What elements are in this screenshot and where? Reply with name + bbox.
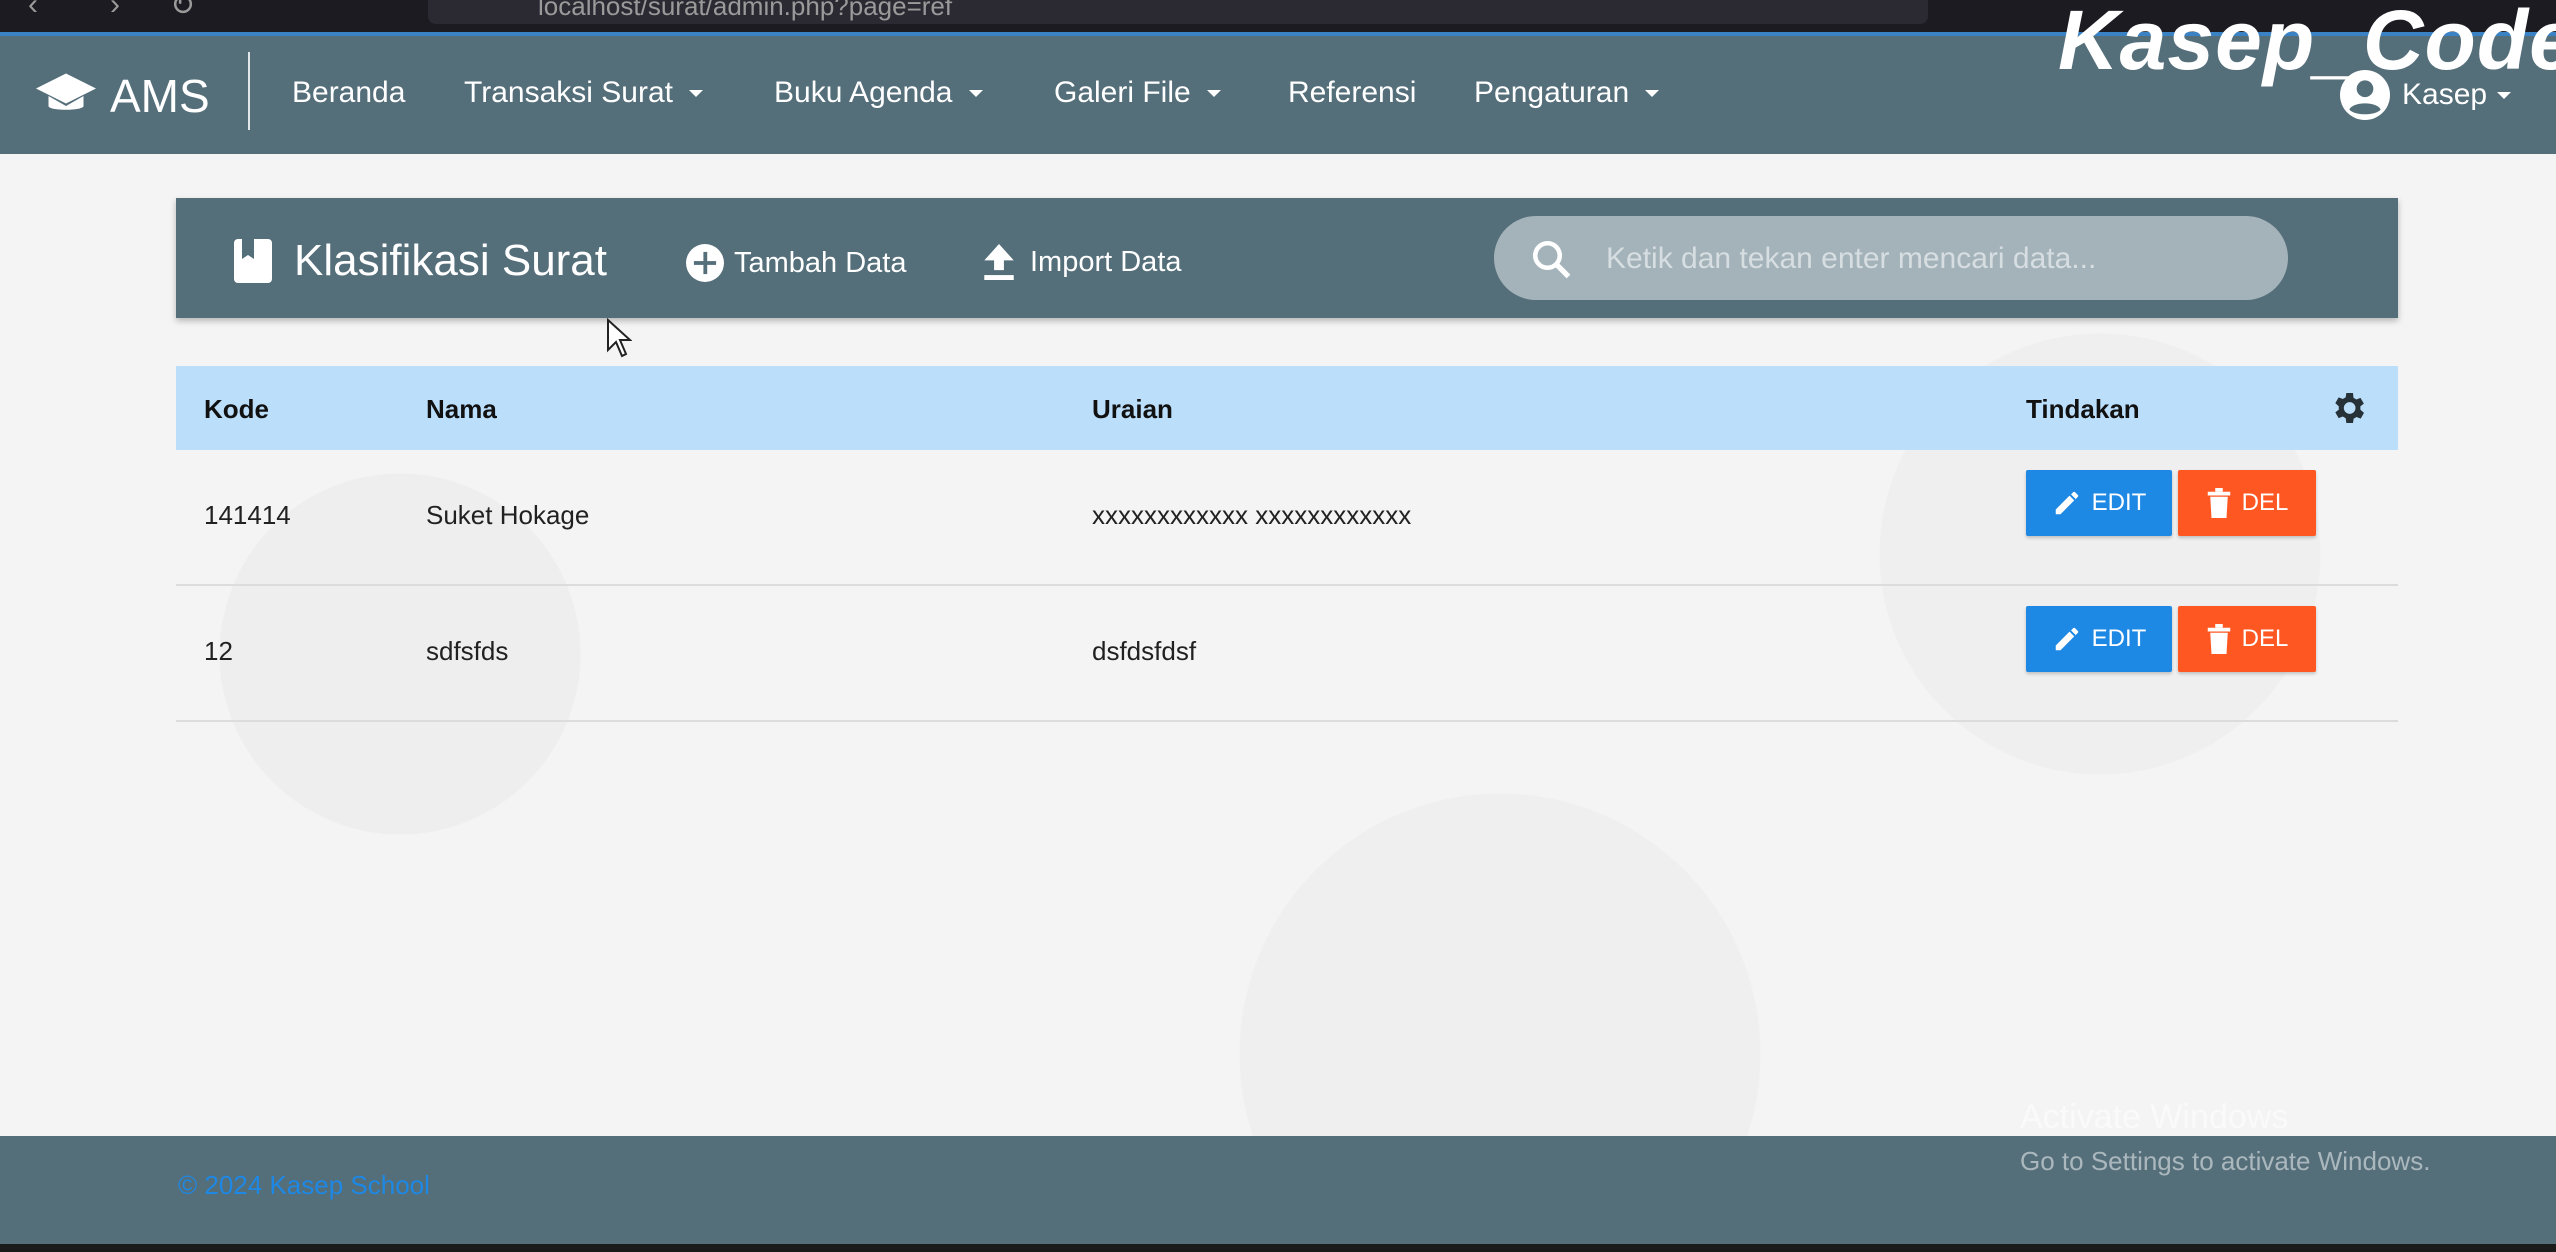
nav-item-galeri-file[interactable]: Galeri File — [1054, 76, 1221, 110]
graduation-cap-icon — [36, 73, 96, 110]
os-taskbar — [0, 1244, 2556, 1252]
brand-logo[interactable]: AMS — [36, 66, 210, 126]
column-header-uraian: Uraian — [1092, 394, 1173, 424]
brand-divider — [248, 52, 250, 130]
caret-down-icon — [1645, 89, 1660, 97]
classification-table: Kode Nama Uraian Tindakan 141414 Suket H… — [176, 366, 2398, 722]
forward-arrow-icon[interactable]: › — [110, 0, 120, 22]
trash-icon — [2207, 488, 2230, 518]
caret-down-icon — [1206, 89, 1221, 97]
nav-item-beranda[interactable]: Beranda — [292, 76, 405, 110]
import-data-button[interactable]: Import Data — [982, 244, 1182, 280]
caret-down-icon — [2497, 91, 2512, 99]
search-input[interactable] — [1604, 230, 2248, 288]
delete-label: DEL — [2241, 625, 2289, 652]
mouse-cursor-icon — [607, 318, 632, 358]
caret-down-icon — [968, 89, 983, 97]
pencil-icon — [2055, 491, 2078, 515]
cell-nama: Suket Hokage — [426, 500, 590, 530]
edit-button[interactable]: EDIT — [2026, 470, 2172, 536]
brand-name: AMS — [110, 70, 210, 122]
nav-item-label: Galeri File — [1054, 76, 1191, 109]
cell-kode: 12 — [204, 636, 233, 666]
delete-button[interactable]: DEL — [2178, 606, 2316, 672]
windows-activation-subtitle: Go to Settings to activate Windows. — [2020, 1146, 2431, 1176]
nav-item-pengaturan[interactable]: Pengaturan — [1474, 76, 1660, 110]
footer-copyright: © 2024 Kasep School — [178, 1170, 430, 1200]
page-title-text: Klasifikasi Surat — [294, 236, 608, 285]
back-arrow-icon[interactable]: ‹ — [28, 0, 38, 22]
upload-icon — [984, 244, 1014, 280]
page-title: Klasifikasi Surat — [234, 236, 607, 286]
edit-label: EDIT — [2091, 625, 2147, 652]
add-circle-icon — [686, 244, 724, 282]
nav-item-transaksi-surat[interactable]: Transaksi Surat — [464, 76, 703, 110]
nav-item-label: Referensi — [1288, 76, 1417, 109]
search-box[interactable] — [1494, 216, 2288, 300]
address-bar[interactable]: localhost/surat/admin.php?page=ref — [428, 0, 1928, 24]
column-header-tindakan: Tindakan — [2026, 394, 2140, 424]
edit-label: EDIT — [2091, 489, 2147, 516]
reload-icon[interactable]: ↻ — [170, 0, 195, 23]
windows-activation-title: Activate Windows — [2020, 1098, 2289, 1136]
bookmark-icon — [234, 239, 272, 283]
column-header-nama: Nama — [426, 394, 497, 424]
channel-watermark: Kasep_Code — [2058, 0, 2556, 87]
nav-item-label: Buku Agenda — [774, 76, 953, 109]
cell-uraian: xxxxxxxxxxxx xxxxxxxxxxxx — [1092, 500, 1412, 530]
nav-item-label: Pengaturan — [1474, 76, 1630, 109]
trash-icon — [2207, 624, 2230, 654]
add-data-label: Tambah Data — [734, 246, 907, 279]
table-header: Kode Nama Uraian Tindakan — [176, 366, 2398, 450]
column-header-kode: Kode — [204, 394, 269, 424]
edit-button[interactable]: EDIT — [2026, 606, 2172, 672]
cell-nama: sdfsfds — [426, 636, 509, 666]
search-icon — [1532, 240, 1571, 279]
caret-down-icon — [688, 89, 703, 97]
nav-item-label: Transaksi Surat — [464, 76, 673, 109]
settings-gear-icon[interactable] — [2328, 388, 2368, 428]
nav-item-label: Beranda — [292, 76, 406, 109]
add-data-button[interactable]: Tambah Data — [686, 244, 907, 282]
pencil-icon — [2055, 627, 2078, 651]
card-header: Klasifikasi Surat Tambah Data Import Dat… — [176, 198, 2398, 318]
address-bar-url: localhost/surat/admin.php?page=ref — [538, 0, 953, 21]
table-row: 12 sdfsfds dsfdsfdsf EDIT DEL — [176, 586, 2398, 722]
delete-label: DEL — [2241, 489, 2289, 516]
cell-kode: 141414 — [204, 500, 291, 530]
import-data-label: Import Data — [1030, 245, 1182, 278]
delete-button[interactable]: DEL — [2178, 470, 2316, 536]
nav-item-buku-agenda[interactable]: Buku Agenda — [774, 76, 983, 110]
nav-item-referensi[interactable]: Referensi — [1288, 76, 1416, 110]
table-row: 141414 Suket Hokage xxxxxxxxxxxx xxxxxxx… — [176, 450, 2398, 586]
cell-uraian: dsfdsfdsf — [1092, 636, 1197, 666]
